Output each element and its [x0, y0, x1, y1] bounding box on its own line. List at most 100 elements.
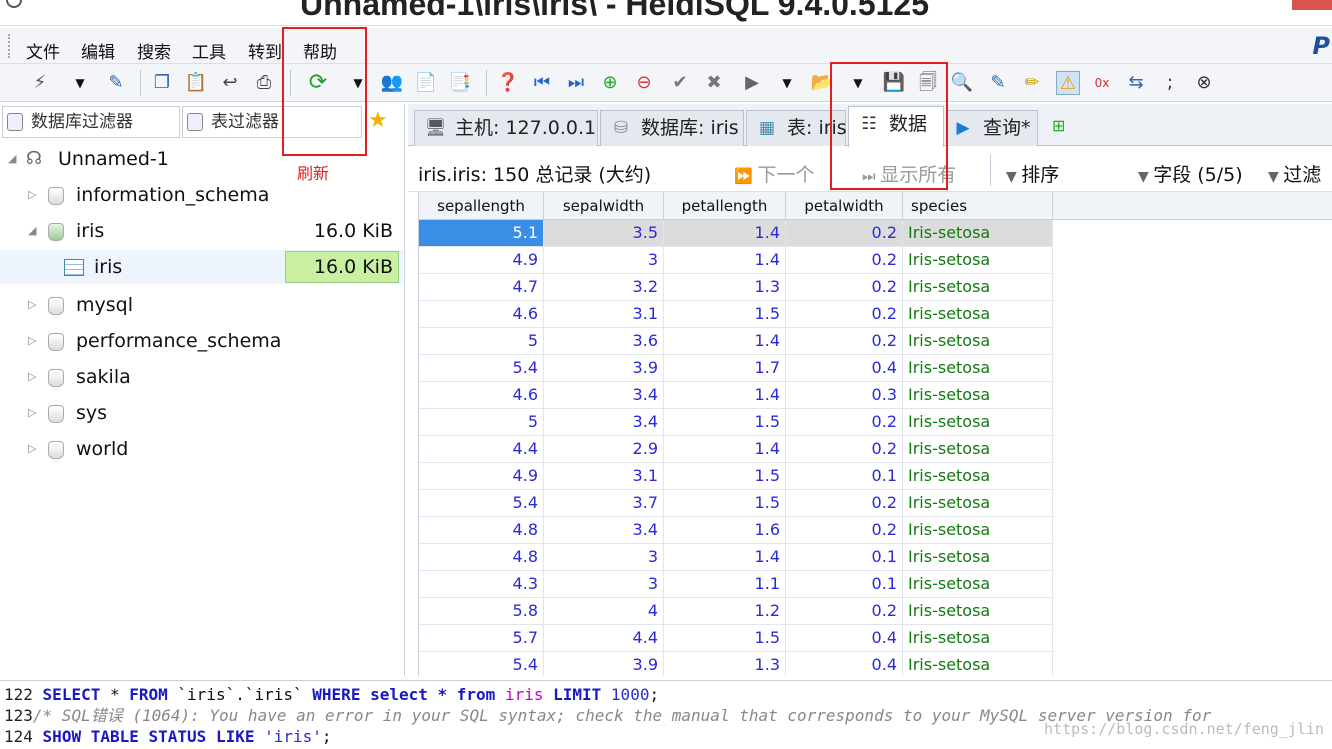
grid-cell[interactable]: 0.1 [786, 544, 903, 571]
collapsed-arrow-icon[interactable]: ▷ [28, 396, 36, 430]
grid-cell[interactable]: 0.2 [786, 247, 903, 274]
run-dropdown-icon[interactable]: ▼ [775, 71, 799, 95]
grid-cell[interactable]: 1.4 [664, 436, 786, 463]
table-row[interactable]: 4.7 3.2 1.3 0.2 Iris-setosa [419, 274, 1053, 301]
grid-cell[interactable]: 1.3 [664, 652, 786, 676]
table-row[interactable]: 5.4 3.9 1.3 0.4 Iris-setosa [419, 652, 1053, 676]
disconnect-icon[interactable]: ✎ [104, 71, 128, 95]
grid-cell[interactable]: 0.4 [786, 355, 903, 382]
grid-cell[interactable]: 1.4 [664, 544, 786, 571]
favorite-star-icon[interactable]: ★ [368, 108, 388, 133]
table-row[interactable]: 4.6 3.4 1.4 0.3 Iris-setosa [419, 382, 1053, 409]
grid-cell[interactable]: 3.1 [544, 463, 664, 490]
column-header[interactable]: sepalwidth [544, 192, 664, 220]
table-row[interactable]: 5.4 3.7 1.5 0.2 Iris-setosa [419, 490, 1053, 517]
grid-cell[interactable]: 3.4 [544, 409, 664, 436]
grid-cell[interactable]: Iris-setosa [903, 220, 1053, 247]
grid-cell[interactable]: 3.9 [544, 652, 664, 676]
column-header[interactable]: petalwidth [786, 192, 903, 220]
print-icon[interactable]: ⎙ [252, 71, 276, 95]
grid-cell[interactable]: 0.2 [786, 409, 903, 436]
grid-cell[interactable]: Iris-setosa [903, 490, 1053, 517]
dropdown-icon[interactable]: ▼ [68, 71, 92, 95]
grid-cell[interactable]: 3 [544, 544, 664, 571]
grid-cell[interactable]: 0.4 [786, 625, 903, 652]
menu-search[interactable]: 搜索 [137, 38, 171, 63]
table-row[interactable]: 4.4 2.9 1.4 0.2 Iris-setosa [419, 436, 1053, 463]
grid-cell[interactable]: 4 [544, 598, 664, 625]
grid-cell[interactable]: 0.2 [786, 517, 903, 544]
grid-cell[interactable]: 0.2 [786, 274, 903, 301]
warning-icon[interactable]: ⚠ [1056, 71, 1080, 95]
grid-cell[interactable]: 4.8 [419, 517, 544, 544]
tab-host[interactable]: 🖥 主机: 127.0.0.1 [414, 110, 598, 146]
grid-cell[interactable]: 4.4 [419, 436, 544, 463]
table-row[interactable]: 4.9 3 1.4 0.2 Iris-setosa [419, 247, 1053, 274]
table-row[interactable]: 4.8 3.4 1.6 0.2 Iris-setosa [419, 517, 1053, 544]
wrap-icon[interactable]: ⇆ [1124, 71, 1148, 95]
grid-cell[interactable]: 3.4 [544, 382, 664, 409]
grid-cell[interactable]: 1.4 [664, 328, 786, 355]
grid-cell[interactable]: 1.1 [664, 571, 786, 598]
grid-cell[interactable]: 0.2 [786, 598, 903, 625]
grid-cell[interactable]: Iris-setosa [903, 652, 1053, 676]
export-icon[interactable]: 📄 [414, 71, 438, 95]
grid-cell[interactable]: 0.1 [786, 571, 903, 598]
grid-cell[interactable]: Iris-setosa [903, 544, 1053, 571]
post-icon[interactable]: ✔ [668, 71, 692, 95]
grid-cell[interactable]: 0.2 [786, 220, 903, 247]
grid-cell[interactable]: Iris-setosa [903, 517, 1053, 544]
grid-cell[interactable]: Iris-setosa [903, 355, 1053, 382]
grid-cell[interactable]: 4.9 [419, 463, 544, 490]
grid-cell[interactable]: 3.5 [544, 220, 664, 247]
tab-query[interactable]: ▶ 查询* [946, 110, 1038, 146]
grid-cell[interactable]: 0.3 [786, 382, 903, 409]
menu-goto[interactable]: 转到 [248, 38, 282, 63]
fields-button[interactable]: ▼ 字段 (5/5) [1138, 160, 1243, 187]
grid-cell[interactable]: Iris-setosa [903, 328, 1053, 355]
grid-cell[interactable]: 2.9 [544, 436, 664, 463]
tree-node-performance-schema[interactable]: ▷ performance_schema [0, 324, 403, 358]
expanded-arrow-icon[interactable]: ◢ [8, 142, 16, 176]
grid-cell[interactable]: 3 [544, 571, 664, 598]
table-row[interactable]: 5.7 4.4 1.5 0.4 Iris-setosa [419, 625, 1053, 652]
hex-icon[interactable]: 0x [1090, 71, 1114, 95]
connect-icon[interactable]: ⚡ [28, 71, 52, 95]
table-row[interactable]: 4.3 3 1.1 0.1 Iris-setosa [419, 571, 1053, 598]
help-icon[interactable]: ❓ [496, 71, 520, 95]
collapsed-arrow-icon[interactable]: ▷ [28, 360, 36, 394]
grid-cell[interactable]: 4.7 [419, 274, 544, 301]
run-icon[interactable]: ▶ [740, 71, 764, 95]
grid-cell[interactable]: Iris-setosa [903, 247, 1053, 274]
menu-tools[interactable]: 工具 [192, 38, 226, 63]
paste-icon[interactable]: 📋 [184, 71, 208, 95]
grid-cell[interactable]: 0.4 [786, 652, 903, 676]
grid-cell[interactable]: 4.6 [419, 301, 544, 328]
tree-node-information-schema[interactable]: ▷ information_schema [0, 178, 403, 212]
tree-node-iris-db[interactable]: ◢ iris 16.0 KiB [0, 214, 403, 248]
new-query-tab-icon[interactable]: ⊞ [1052, 116, 1076, 136]
grid-cell[interactable]: 5.4 [419, 652, 544, 676]
grid-cell[interactable]: 3.6 [544, 328, 664, 355]
next-page-button[interactable]: ⏩ 下一个 [734, 160, 814, 187]
first-icon[interactable]: ⏮ [530, 71, 554, 95]
grid-cell[interactable]: 1.5 [664, 463, 786, 490]
undo-icon[interactable]: ↩ [218, 71, 242, 95]
grid-cell[interactable]: 1.2 [664, 598, 786, 625]
grid-cell[interactable]: 3 [544, 247, 664, 274]
grid-cell[interactable]: Iris-setosa [903, 571, 1053, 598]
grid-cell[interactable]: 0.2 [786, 301, 903, 328]
user-manager-icon[interactable]: 👥 [380, 71, 404, 95]
expanded-arrow-icon[interactable]: ◢ [28, 214, 36, 248]
grid-cell[interactable]: 4.9 [419, 247, 544, 274]
grid-cell[interactable]: Iris-setosa [903, 274, 1053, 301]
copy-icon[interactable]: ❐ [150, 71, 174, 95]
grid-cell[interactable]: Iris-setosa [903, 382, 1053, 409]
grid-cell[interactable]: 5.7 [419, 625, 544, 652]
grid-cell[interactable]: 1.5 [664, 490, 786, 517]
find-icon[interactable]: 🔍 [950, 71, 974, 95]
column-header[interactable]: sepallength [419, 192, 544, 220]
tab-database[interactable]: ⛁ 数据库: iris [600, 110, 744, 146]
sql-log-panel[interactable]: 122 SELECT * FROM `iris`.`iris` WHERE se… [0, 680, 1332, 749]
table-row[interactable]: 5 3.4 1.5 0.2 Iris-setosa [419, 409, 1053, 436]
